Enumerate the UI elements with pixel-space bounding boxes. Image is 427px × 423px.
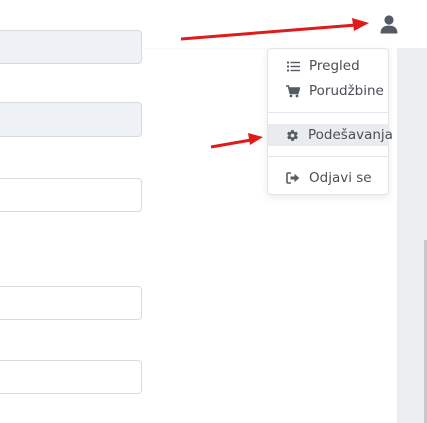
- form-field-2[interactable]: [0, 102, 142, 137]
- cart-icon: [286, 84, 300, 98]
- menu-item-podesavanja[interactable]: Podešavanja: [268, 124, 393, 146]
- scrollbar-track[interactable]: [397, 48, 427, 423]
- menu-item-pregled[interactable]: Pregled: [268, 55, 389, 77]
- form-field-4[interactable]: [0, 286, 142, 320]
- menu-divider: [268, 156, 389, 157]
- form-field-1[interactable]: [0, 30, 142, 64]
- gear-icon: [286, 128, 299, 142]
- menu-item-label: Porudžbine: [309, 83, 384, 99]
- form-field-5[interactable]: [0, 360, 142, 394]
- page: Pregled Porudžbine Podešavanja Odjavi se: [0, 0, 427, 423]
- menu-divider: [268, 112, 389, 113]
- menu-item-label: Podešavanja: [308, 127, 393, 143]
- menu-item-label: Pregled: [309, 58, 360, 74]
- user-icon: [380, 15, 398, 34]
- user-dropdown-menu: Pregled Porudžbine Podešavanja Odjavi se: [267, 48, 393, 195]
- menu-item-odjavi-se[interactable]: Odjavi se: [268, 167, 389, 189]
- user-menu-button[interactable]: [372, 8, 406, 40]
- menu-item-label: Odjavi se: [309, 170, 372, 186]
- list-icon: [286, 59, 300, 73]
- sign-out-icon: [286, 171, 300, 185]
- annotation-arrow-settings: [210, 133, 263, 149]
- menu-item-porudzbine[interactable]: Porudžbine: [268, 80, 389, 102]
- form-field-3[interactable]: [0, 178, 142, 212]
